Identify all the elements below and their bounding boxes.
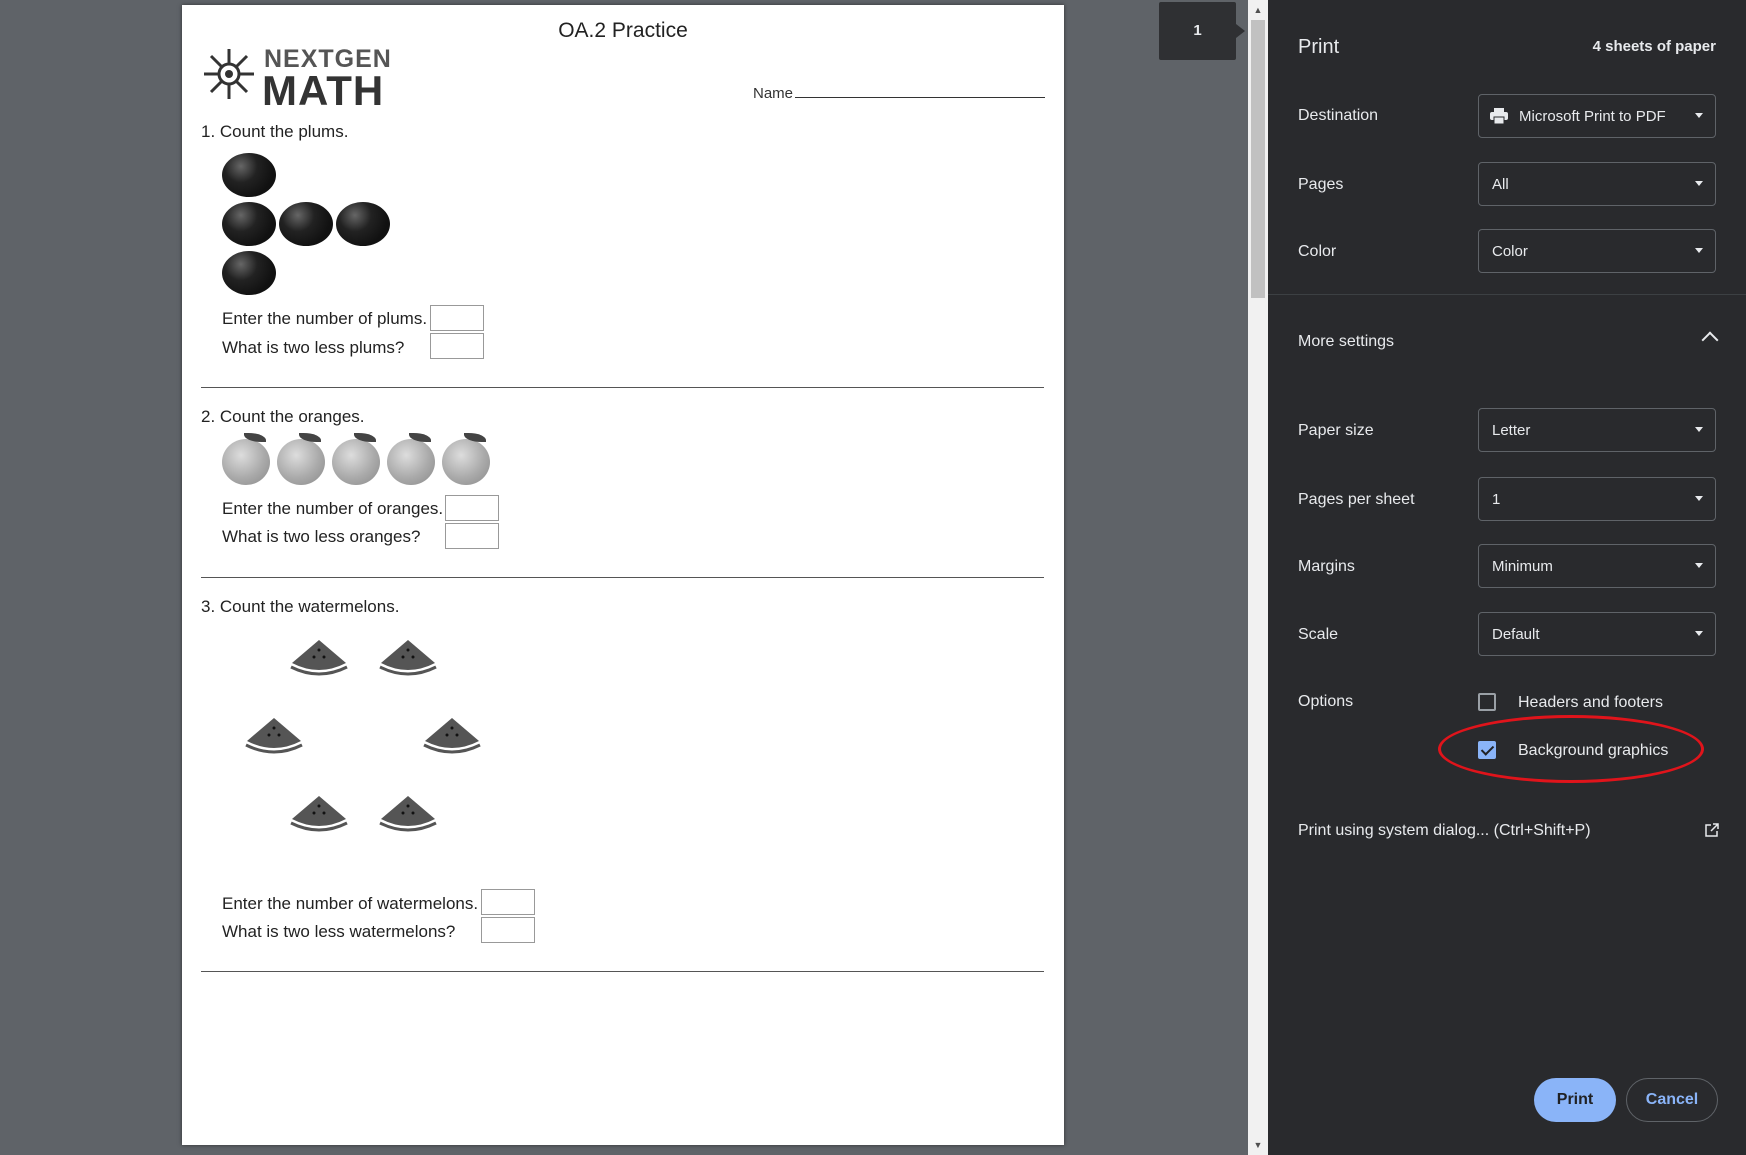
pages-label: Pages	[1298, 176, 1344, 193]
q3-answer-box-1	[481, 889, 535, 915]
watermelon-image	[245, 718, 303, 754]
document-title: OA.2 Practice	[558, 19, 688, 42]
name-line	[795, 97, 1045, 98]
red-highlight-circle	[1438, 715, 1704, 783]
q1-line2: What is two less plums?	[222, 338, 405, 357]
dropdown-caret-icon	[1695, 631, 1703, 636]
scale-value: Default	[1492, 626, 1540, 643]
dropdown-caret-icon	[1695, 496, 1703, 501]
print-preview-area: OA.2 Practice NEXTGEN MATH Name 1. Count…	[0, 0, 1248, 1155]
open-external-icon[interactable]	[1704, 822, 1720, 838]
margins-label: Margins	[1298, 558, 1355, 575]
plum-image	[336, 202, 390, 246]
system-dialog-link[interactable]: Print using system dialog... (Ctrl+Shift…	[1298, 822, 1591, 840]
nextgen-math-logo: NEXTGEN MATH	[200, 41, 400, 114]
destination-select[interactable]: Microsoft Print to PDF	[1478, 94, 1716, 138]
sidebar-divider	[1268, 294, 1746, 295]
q3-line2: What is two less watermelons?	[222, 922, 456, 941]
options-label: Options	[1298, 693, 1354, 710]
paper-size-value: Letter	[1492, 422, 1531, 439]
pages-select[interactable]: All	[1478, 162, 1716, 206]
section-divider	[201, 387, 1044, 388]
destination-label: Destination	[1298, 107, 1379, 124]
sheet-count: 4 sheets of paper	[1592, 38, 1716, 55]
orange-image	[277, 433, 325, 485]
section-divider	[201, 971, 1044, 972]
paper-size-select[interactable]: Letter	[1478, 408, 1716, 452]
print-button[interactable]: Print	[1534, 1078, 1616, 1122]
orange-image	[222, 433, 270, 485]
pages-per-sheet-value: 1	[1492, 491, 1501, 508]
cancel-button[interactable]: Cancel	[1626, 1078, 1718, 1122]
q1-line1: Enter the number of plums.	[222, 309, 428, 328]
plum-image	[279, 202, 333, 246]
preview-scrollbar[interactable]: ▲ ▼	[1248, 0, 1268, 1155]
plum-image	[222, 202, 276, 246]
q3-answer-box-2	[481, 917, 535, 943]
q3-title: 3. Count the watermelons.	[201, 597, 400, 616]
section-divider	[201, 577, 1044, 578]
preview-page: OA.2 Practice NEXTGEN MATH Name 1. Count…	[182, 5, 1064, 1145]
dropdown-caret-icon	[1695, 563, 1703, 568]
orange-image	[332, 433, 380, 485]
watermelon-image	[290, 796, 348, 832]
paper-size-label: Paper size	[1298, 422, 1374, 439]
dropdown-caret-icon	[1695, 181, 1703, 186]
logo-text-math: MATH	[262, 67, 385, 114]
pages-value: All	[1492, 176, 1509, 193]
page-number-badge: 1	[1159, 2, 1245, 60]
orange-image	[387, 433, 435, 485]
q1-answer-box-1	[430, 305, 484, 331]
pages-per-sheet-label: Pages per sheet	[1298, 491, 1415, 508]
headers-footers-checkbox[interactable]	[1478, 693, 1496, 711]
printer-icon	[1490, 108, 1508, 125]
scale-select[interactable]: Default	[1478, 612, 1716, 656]
print-settings-sidebar: Print 4 sheets of paper Destination Micr…	[1268, 0, 1746, 1155]
q2-line1: Enter the number of oranges.	[222, 499, 444, 518]
scrollbar-thumb[interactable]	[1251, 20, 1265, 298]
dropdown-caret-icon	[1695, 427, 1703, 432]
q1-title: 1. Count the plums.	[201, 122, 349, 141]
q1-answer-box-2	[430, 333, 484, 359]
q2-line2: What is two less oranges?	[222, 527, 421, 546]
pages-per-sheet-select[interactable]: 1	[1478, 477, 1716, 521]
color-label: Color	[1298, 243, 1337, 260]
orange-image	[442, 433, 490, 485]
watermelon-image	[379, 640, 437, 676]
watermelon-image	[423, 718, 481, 754]
logo-flower-icon	[204, 49, 254, 99]
name-label: Name	[753, 85, 794, 102]
watermelon-image	[379, 796, 437, 832]
print-title: Print	[1298, 36, 1340, 58]
margins-select[interactable]: Minimum	[1478, 544, 1716, 588]
plum-image	[222, 153, 276, 197]
q2-answer-box-1	[445, 495, 499, 521]
dropdown-caret-icon	[1695, 248, 1703, 253]
headers-footers-label[interactable]: Headers and footers	[1518, 694, 1663, 712]
plum-image	[222, 251, 276, 295]
color-value: Color	[1492, 243, 1528, 260]
scroll-down-arrow-icon[interactable]: ▼	[1248, 1137, 1268, 1153]
color-select[interactable]: Color	[1478, 229, 1716, 273]
chevron-up-icon[interactable]	[1701, 331, 1719, 349]
dropdown-caret-icon	[1695, 113, 1703, 118]
q2-answer-box-2	[445, 523, 499, 549]
scroll-up-arrow-icon[interactable]: ▲	[1248, 2, 1268, 18]
watermelon-image	[290, 640, 348, 676]
more-settings-toggle[interactable]: More settings	[1298, 333, 1394, 351]
q3-line1: Enter the number of watermelons.	[222, 894, 479, 913]
scale-label: Scale	[1298, 626, 1339, 643]
margins-value: Minimum	[1492, 558, 1553, 575]
q2-title: 2. Count the oranges.	[201, 407, 365, 426]
destination-value: Microsoft Print to PDF	[1519, 108, 1666, 125]
